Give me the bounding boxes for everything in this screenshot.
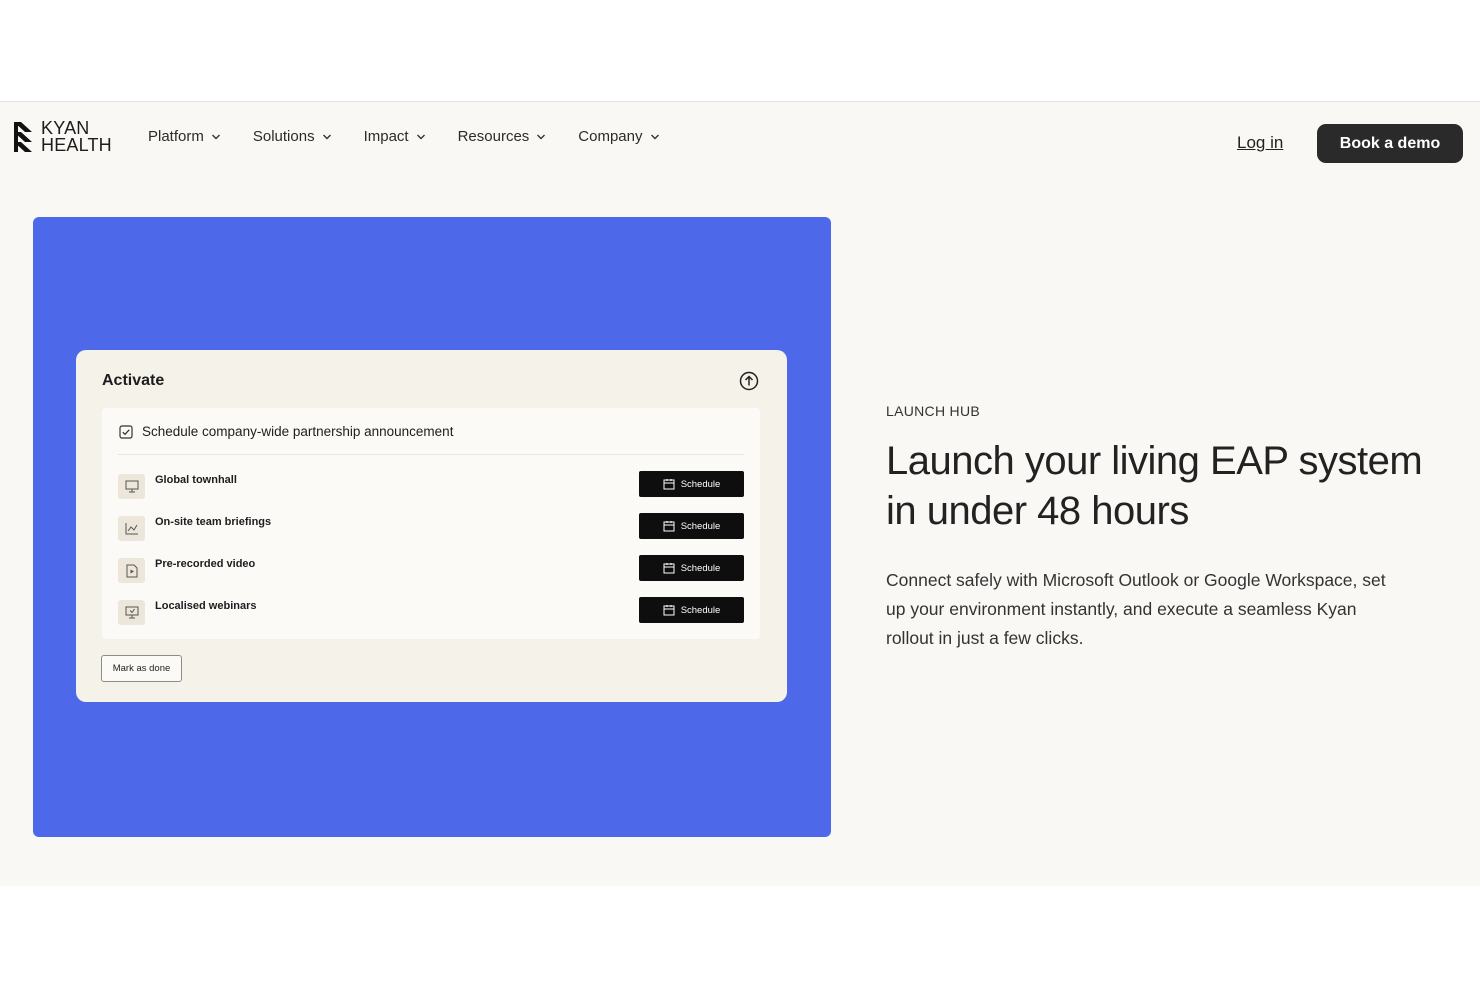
nav-solutions-label: Solutions xyxy=(252,128,315,145)
list-item: On-site team briefings Schedule xyxy=(118,513,744,541)
list-item: Pre-recorded video Schedule xyxy=(118,555,744,583)
list-item: Global townhall Schedule xyxy=(118,471,744,499)
task-label: Schedule company-wide partnership announ… xyxy=(142,424,454,439)
presentation-icon xyxy=(118,474,145,499)
chevron-down-icon xyxy=(416,134,425,139)
nav-impact[interactable]: Impact xyxy=(364,128,426,145)
calendar-icon xyxy=(663,479,675,490)
divider xyxy=(118,454,744,455)
chevron-down-icon xyxy=(650,134,659,139)
task-list: Schedule company-wide partnership announ… xyxy=(102,408,760,639)
row-label: Global townhall xyxy=(155,474,237,486)
video-file-icon xyxy=(118,558,145,583)
schedule-button[interactable]: Schedule xyxy=(639,597,744,623)
collapse-arrow-up-icon[interactable] xyxy=(739,371,759,391)
nav-platform[interactable]: Platform xyxy=(148,128,221,145)
schedule-button[interactable]: Schedule xyxy=(639,513,744,539)
monitor-icon xyxy=(118,600,145,625)
mark-as-done-button[interactable]: Mark as done xyxy=(101,655,182,682)
chevron-down-icon xyxy=(322,134,331,139)
logo-line-2: HEALTH xyxy=(41,135,112,155)
calendar-icon xyxy=(663,521,675,532)
chevron-down-icon xyxy=(211,134,220,139)
calendar-icon xyxy=(663,605,675,616)
nav-resources-label: Resources xyxy=(457,128,530,145)
schedule-button-label: Schedule xyxy=(680,478,721,490)
schedule-button[interactable]: Schedule xyxy=(639,555,744,581)
main-nav: Platform Solutions Impact Resources Comp… xyxy=(148,128,692,145)
card-title: Activate xyxy=(102,372,165,389)
calendar-icon xyxy=(663,563,675,574)
activate-card: Activate Schedule company-wide partnersh… xyxy=(76,350,787,702)
task-item[interactable]: Schedule company-wide partnership announ… xyxy=(119,424,453,439)
section-body: Connect safely with Microsoft Outlook or… xyxy=(886,570,1386,648)
kyan-health-logo[interactable]: KYAN HEALTH xyxy=(13,119,112,155)
nav-solutions[interactable]: Solutions xyxy=(253,128,332,145)
section-eyebrow: LAUNCH HUB xyxy=(886,403,981,419)
chart-icon xyxy=(118,516,145,541)
schedule-button-label: Schedule xyxy=(680,604,721,616)
section-headline: Launch your living EAP system in under 4… xyxy=(886,439,1423,533)
nav-company-label: Company xyxy=(578,128,643,145)
nav-impact-label: Impact xyxy=(363,128,409,145)
row-label: Pre-recorded video xyxy=(155,558,256,570)
chevron-down-icon xyxy=(537,134,546,139)
nav-company[interactable]: Company xyxy=(578,128,659,145)
nav-resources[interactable]: Resources xyxy=(458,128,547,145)
list-item: Localised webinars Schedule xyxy=(118,597,744,625)
checkbox-checked-icon[interactable] xyxy=(119,424,133,439)
login-link[interactable]: Log in xyxy=(1237,133,1283,153)
schedule-button-label: Schedule xyxy=(680,562,721,574)
schedule-button-label: Schedule xyxy=(680,520,721,532)
kyan-logo-icon xyxy=(14,122,32,152)
row-label: On-site team briefings xyxy=(155,516,272,528)
row-label: Localised webinars xyxy=(155,600,257,612)
nav-platform-label: Platform xyxy=(148,128,204,145)
book-demo-button[interactable]: Book a demo xyxy=(1317,124,1463,163)
schedule-button[interactable]: Schedule xyxy=(639,471,744,497)
